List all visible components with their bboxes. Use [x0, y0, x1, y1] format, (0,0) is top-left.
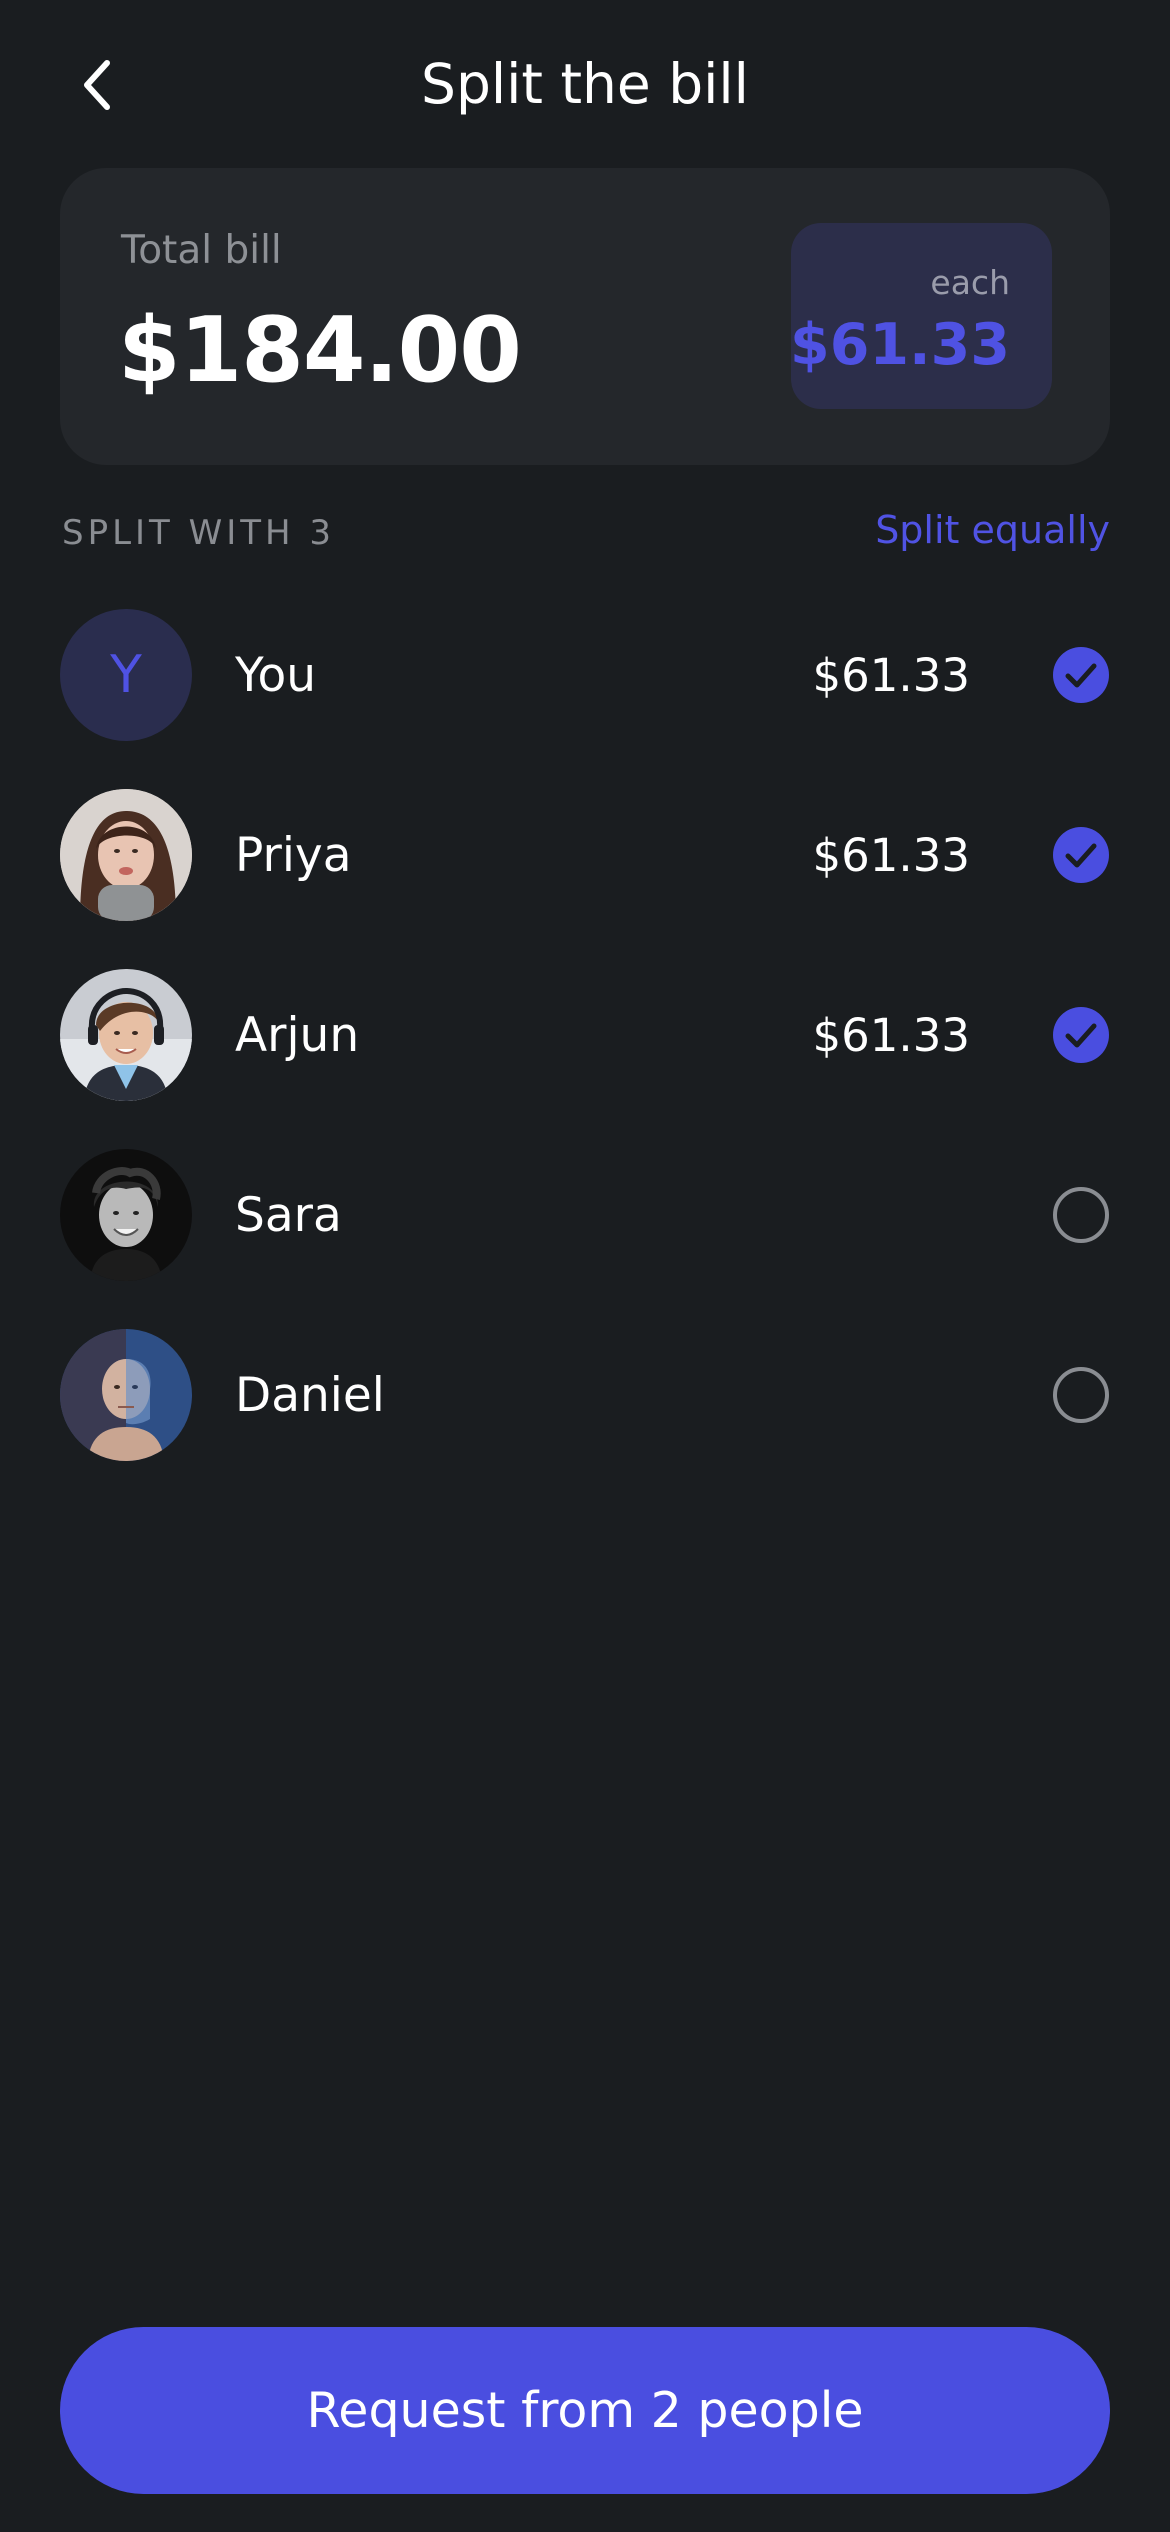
participant-name: Daniel — [235, 1367, 385, 1423]
total-bill-card: Total bill $184.00 each $61.33 — [60, 168, 1110, 465]
participant-share: $61.33 — [812, 648, 970, 702]
each-amount: $61.33 — [790, 312, 1010, 378]
split-equally-link[interactable]: Split equally — [875, 508, 1110, 552]
unchecked-circle-icon[interactable] — [1052, 1366, 1110, 1424]
participant-name: Arjun — [235, 1007, 360, 1063]
participant-row-daniel[interactable]: Daniel — [60, 1305, 1110, 1485]
avatar — [60, 969, 192, 1101]
avatar — [60, 789, 192, 921]
participant-row-arjun[interactable]: Arjun $61.33 — [60, 945, 1110, 1125]
avatar — [60, 1149, 192, 1281]
split-count-label: SPLIT WITH 3 — [62, 513, 336, 553]
checked-circle-icon[interactable] — [1052, 646, 1110, 704]
page-title: Split the bill — [421, 52, 749, 116]
avatar — [60, 1329, 192, 1461]
participant-name: Sara — [235, 1187, 342, 1243]
each-label: each — [930, 263, 1010, 302]
participant-list: Y You $61.33 Priya $61.33 Arjun $61.33 S… — [60, 585, 1110, 1485]
unchecked-circle-icon[interactable] — [1052, 1186, 1110, 1244]
total-bill-label: Total bill — [121, 228, 282, 273]
participant-row-sara[interactable]: Sara — [60, 1125, 1110, 1305]
request-button[interactable]: Request from 2 people — [60, 2327, 1110, 2494]
header: Split the bill — [0, 0, 1170, 170]
participant-share: $61.33 — [812, 1008, 970, 1062]
total-bill-amount: $184.00 — [118, 298, 522, 403]
participant-row-you[interactable]: Y You $61.33 — [60, 585, 1110, 765]
checked-circle-icon[interactable] — [1052, 826, 1110, 884]
participant-share: $61.33 — [812, 828, 970, 882]
per-person-box: each $61.33 — [790, 223, 1052, 409]
checked-circle-icon[interactable] — [1052, 1006, 1110, 1064]
participant-name: You — [235, 647, 317, 703]
avatar: Y — [60, 609, 192, 741]
participant-name: Priya — [235, 827, 352, 883]
participant-row-priya[interactable]: Priya $61.33 — [60, 765, 1110, 945]
